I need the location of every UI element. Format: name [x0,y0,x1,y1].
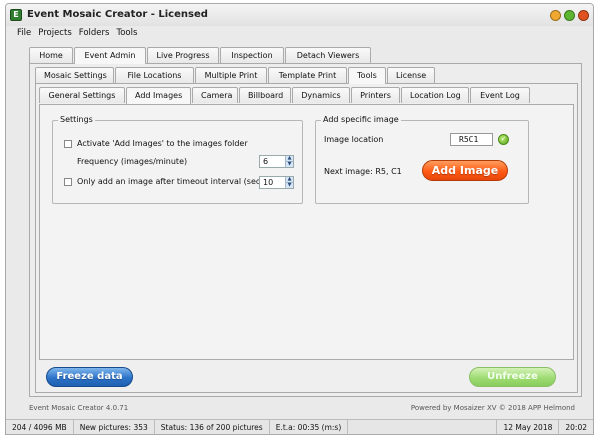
image-location-input[interactable]: R5C1 [450,133,493,146]
timeout-spinner[interactable]: 10 ▲ ▼ [259,176,294,189]
status-time: 20:02 [565,423,587,432]
menu-projects[interactable]: Projects [38,26,72,40]
status-memory: 204 / 4096 MB [6,420,74,434]
tab-general-settings[interactable]: General Settings [39,87,125,103]
tab-multiple-print[interactable]: Multiple Print [195,67,267,83]
version-text: Event Mosaic Creator 4.0.71 [29,404,129,412]
status-new-pictures: New pictures: 353 [74,420,155,434]
app-icon: E [10,9,22,21]
tab-tools[interactable]: Tools [348,67,386,84]
close-button[interactable] [578,10,589,21]
activate-add-images-label: Activate 'Add Images' to the images fold… [77,139,248,148]
menu-bar: File Projects Folders Tools [6,26,593,40]
title-bar: E Event Mosaic Creator - Licensed [6,4,593,26]
tab-home[interactable]: Home [29,47,73,63]
tab-file-locations[interactable]: File Locations [115,67,194,83]
menu-file[interactable]: File [17,26,31,40]
tab-dynamics[interactable]: Dynamics [292,87,350,103]
maximize-button[interactable] [564,10,575,21]
powered-by-text: Powered by Mosaizer XV © 2018 APP Helmon… [410,404,575,412]
freeze-data-button[interactable]: Freeze data [46,367,133,387]
tab-location-log[interactable]: Location Log [401,87,469,103]
unfreeze-button[interactable]: Unfreeze [469,367,556,387]
status-eta: E.t.a: 00:35 (m:s) [270,420,349,434]
tab-inspection[interactable]: Inspection [220,47,284,63]
activate-add-images-checkbox[interactable] [64,140,72,148]
tab-template-print[interactable]: Template Print [268,67,347,83]
add-image-button[interactable]: Add Image [422,160,508,181]
status-progress: Status: 136 of 200 pictures [155,420,270,434]
status-bar: 204 / 4096 MB New pictures: 353 Status: … [6,419,593,434]
tab-license[interactable]: License [387,67,435,83]
admin-tab-row: Mosaic Settings File Locations Multiple … [35,67,435,84]
add-specific-image-title: Add specific image [321,115,401,124]
settings-group-title: Settings [58,115,95,124]
tab-billboard[interactable]: Billboard [239,87,291,103]
main-tab-row: Home Event Admin Live Progress Inspectio… [29,47,371,64]
tab-live-progress[interactable]: Live Progress [147,47,219,63]
tab-add-images[interactable]: Add Images [126,87,191,104]
status-spacer [348,420,498,434]
check-valid-icon: ✓ [498,134,509,145]
frequency-label: Frequency (images/minute) [77,157,188,166]
window-title: Event Mosaic Creator - Licensed [27,9,208,20]
tab-printers[interactable]: Printers [351,87,400,103]
timeout-checkbox[interactable] [64,178,72,186]
tab-mosaic-settings[interactable]: Mosaic Settings [35,67,114,83]
tab-event-log[interactable]: Event Log [470,87,530,103]
menu-folders[interactable]: Folders [79,26,110,40]
frequency-value: 6 [263,157,269,166]
timeout-down-arrow-icon[interactable]: ▼ [285,183,293,188]
tab-event-admin[interactable]: Event Admin [74,47,146,64]
timeout-value: 10 [263,178,274,187]
status-date: 12 May 2018 [497,420,560,434]
frequency-down-arrow-icon[interactable]: ▼ [285,162,293,167]
app-window: E Event Mosaic Creator - Licensed File P… [5,3,594,435]
next-image-text: Next image: R5, C1 [324,167,402,176]
minimize-button[interactable] [550,10,561,21]
tab-camera[interactable]: Camera [192,87,238,103]
image-location-label: Image location [324,135,384,144]
timeout-label: Only add an image after timeout interval… [77,177,264,186]
tab-detach-viewers[interactable]: Detach Viewers [285,47,371,63]
menu-tools[interactable]: Tools [116,26,137,40]
frequency-spinner[interactable]: 6 ▲ ▼ [259,155,294,168]
tools-tab-row: General Settings Add Images Camera Billb… [39,87,530,104]
